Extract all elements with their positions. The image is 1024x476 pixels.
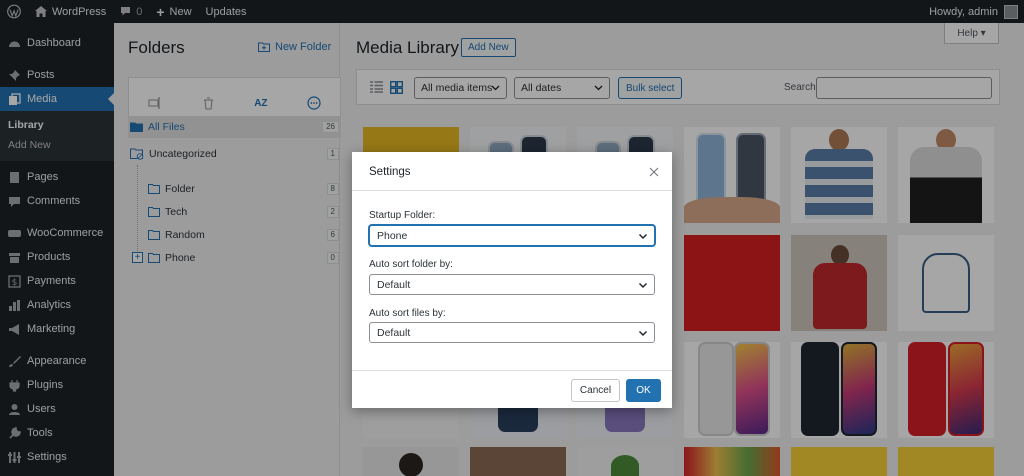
ok-button[interactable]: OK <box>626 379 661 402</box>
auto-sort-folder-value: Default <box>377 278 411 291</box>
chevron-down-icon <box>638 231 648 244</box>
chevron-down-icon <box>638 328 648 341</box>
auto-sort-folder-select[interactable]: Default <box>369 274 655 295</box>
close-icon[interactable] <box>648 166 660 178</box>
auto-sort-files-value: Default <box>377 326 411 339</box>
auto-sort-files-label: Auto sort files by: <box>369 308 446 319</box>
dialog-header: Settings <box>352 152 672 191</box>
startup-folder-label: Startup Folder: <box>369 210 436 221</box>
startup-folder-select[interactable]: Phone <box>369 225 655 246</box>
auto-sort-folder-label: Auto sort folder by: <box>369 259 453 270</box>
auto-sort-files-select[interactable]: Default <box>369 322 655 343</box>
dialog-footer-divider <box>352 370 672 371</box>
startup-folder-value: Phone <box>377 229 408 242</box>
settings-dialog: Settings Startup Folder: Phone Auto sort… <box>352 152 672 408</box>
cancel-button[interactable]: Cancel <box>571 379 620 402</box>
dialog-title: Settings <box>369 166 411 178</box>
chevron-down-icon <box>638 280 648 293</box>
